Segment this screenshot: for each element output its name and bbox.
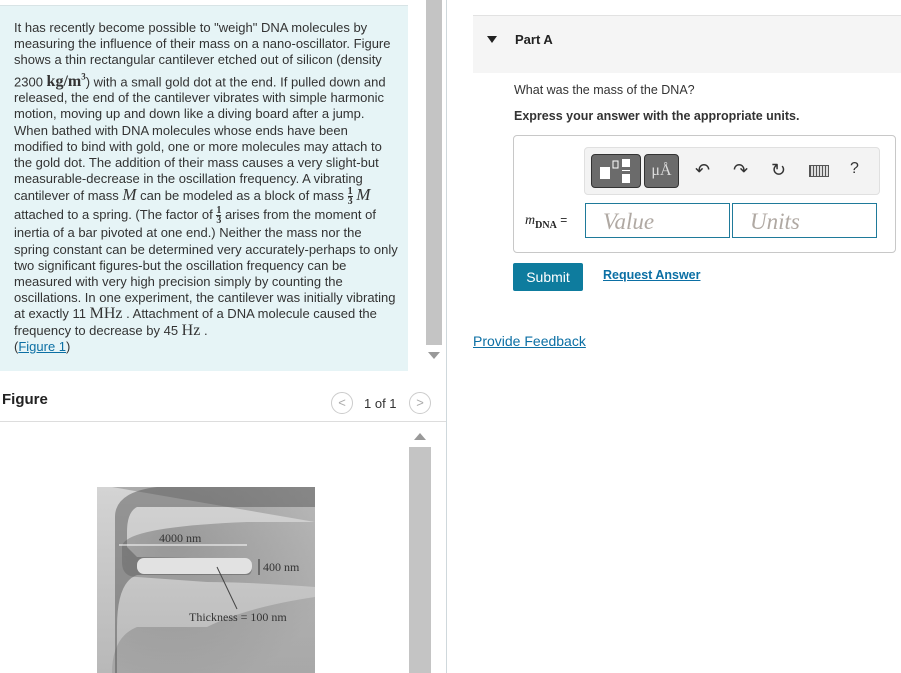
cantilever bbox=[137, 558, 252, 574]
text: arises from the moment of inertia of a b… bbox=[14, 207, 398, 322]
instruction-text: Express your answer with the appropriate… bbox=[514, 109, 800, 123]
unit-hz: Hz bbox=[181, 321, 201, 339]
text: ) with a small gold dot at the end. If p… bbox=[14, 73, 386, 204]
figure-pager: 1 of 1 bbox=[364, 396, 397, 411]
part-title: Part A bbox=[515, 32, 553, 47]
figure-title: Figure bbox=[2, 391, 48, 408]
problem-text: It has recently become possible to "weig… bbox=[14, 20, 398, 355]
scrollbar-thumb[interactable] bbox=[426, 0, 442, 345]
prev-figure-button[interactable]: < bbox=[331, 392, 353, 414]
scroll-down-icon[interactable] bbox=[428, 352, 440, 359]
units-button[interactable]: μÅ bbox=[644, 154, 679, 188]
paren: ) bbox=[66, 338, 71, 354]
provide-feedback-link[interactable]: Provide Feedback bbox=[473, 333, 586, 349]
reset-icon[interactable]: ↻ bbox=[771, 160, 786, 181]
divider bbox=[446, 0, 447, 673]
collapse-caret-icon[interactable] bbox=[487, 36, 497, 43]
part-a-header[interactable]: Part A bbox=[473, 15, 901, 73]
redo-icon[interactable]: ↷ bbox=[733, 160, 748, 181]
variable-label: mDNA = bbox=[525, 213, 568, 231]
units-input[interactable]: Units bbox=[732, 203, 877, 238]
length-label: 4000 nm bbox=[159, 531, 202, 545]
unit-mhz: MHz bbox=[89, 305, 123, 323]
text: . bbox=[200, 322, 208, 338]
mass-symbol: M bbox=[122, 185, 137, 205]
mass-symbol: M bbox=[356, 185, 371, 205]
question-text: What was the mass of the DNA? bbox=[514, 83, 695, 97]
fraction: 13 bbox=[347, 186, 353, 208]
problem-panel: It has recently become possible to "weig… bbox=[0, 5, 408, 371]
keyboard-icon[interactable] bbox=[809, 165, 829, 177]
text: attached to a spring. (The factor of bbox=[14, 207, 217, 223]
height-label: 400 nm bbox=[263, 560, 300, 574]
request-answer-link[interactable]: Request Answer bbox=[603, 268, 700, 282]
help-button[interactable]: ? bbox=[850, 160, 859, 178]
submit-button[interactable]: Submit bbox=[513, 263, 583, 291]
math-toolbar: μÅ ↶ ↷ ↻ ? bbox=[584, 147, 880, 195]
template-button[interactable] bbox=[591, 154, 641, 188]
value-input[interactable]: Value bbox=[585, 203, 730, 238]
text: can be modeled as a block of mass bbox=[136, 188, 348, 204]
thickness-label: Thickness = 100 nm bbox=[189, 610, 287, 624]
figure-link[interactable]: Figure 1 bbox=[18, 339, 66, 354]
fraction-template-icon bbox=[600, 159, 630, 183]
problem-scrollbar[interactable] bbox=[422, 0, 444, 370]
undo-icon[interactable]: ↶ bbox=[695, 160, 710, 181]
cantilever-figure: 4000 nm 400 nm Thickness = 100 nm bbox=[97, 487, 315, 673]
scrollbar-thumb[interactable] bbox=[409, 447, 431, 673]
scroll-up-icon[interactable] bbox=[414, 433, 426, 440]
next-figure-button[interactable]: > bbox=[409, 392, 431, 414]
density-unit: kg/m3 bbox=[46, 71, 86, 90]
figure-scrollbar[interactable] bbox=[409, 425, 431, 673]
